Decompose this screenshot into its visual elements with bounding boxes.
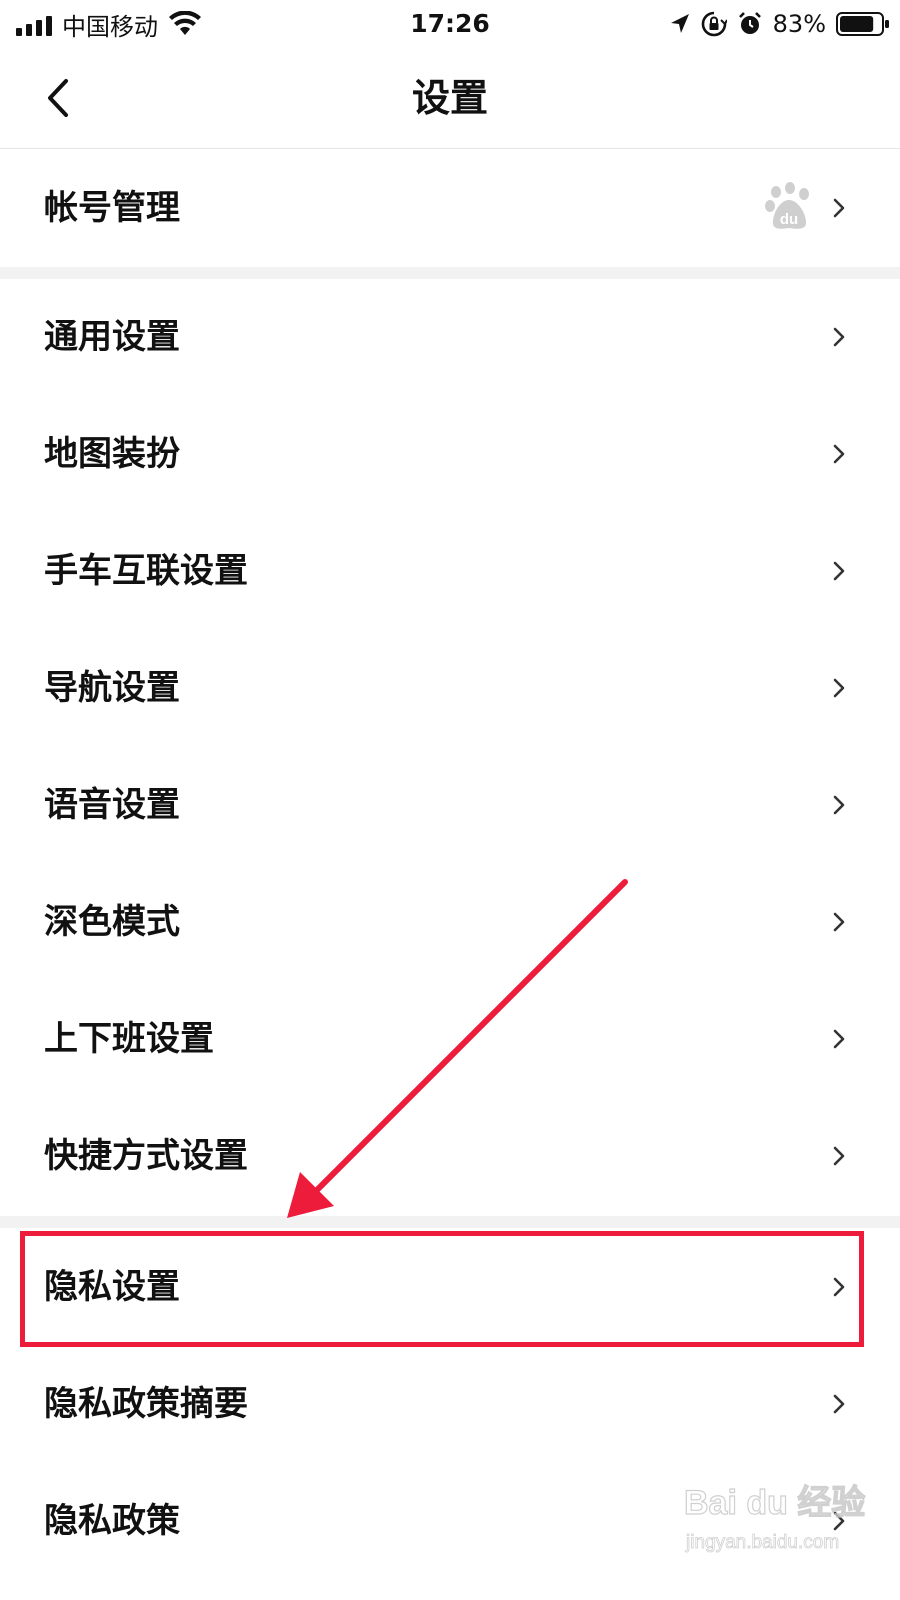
row-label: 深色模式 [44,902,180,942]
baidu-paw-logo: du [765,182,809,229]
general-setting-row-7[interactable]: 快捷方式设置 [0,1098,900,1215]
signal-icon [16,12,52,36]
chevron-right-icon [833,198,845,218]
general-setting-row-2[interactable]: 手车互联设置 [0,513,900,630]
chevron-right-icon [833,1029,845,1049]
chevron-right-icon [833,327,845,347]
account-management-row[interactable]: 帐号管理 du [0,149,900,267]
row-label: 隐私政策 [44,1501,180,1541]
settings-screen: 中国移动 17:26 83% 设置 帐号管理 du 通用设置 地图装扮 手车互联… [0,0,900,1600]
location-icon [670,14,689,33]
row-label: 帐号管理 [44,188,180,228]
privacy-setting-row-1[interactable]: 隐私政策摘要 [0,1346,900,1463]
status-left: 中国移动 [16,0,202,48]
section-gap [0,267,900,279]
section-gap [0,1216,900,1228]
chevron-right-icon [833,795,845,815]
chevron-right-icon [833,912,845,932]
page-title: 设置 [411,76,488,120]
chevron-right-icon [833,1394,845,1414]
rotation-lock-icon [701,11,727,37]
battery-icon [836,12,889,36]
row-label: 导航设置 [44,668,180,708]
row-label: 隐私政策摘要 [44,1384,248,1424]
battery-percent: 83% [772,10,826,38]
status-bar: 中国移动 17:26 83% [0,0,900,48]
nav-bar: 设置 [0,48,900,148]
general-setting-row-3[interactable]: 导航设置 [0,630,900,747]
carrier-name: 中国移动 [62,12,158,41]
general-setting-row-1[interactable]: 地图装扮 [0,396,900,513]
chevron-right-icon [833,1277,845,1297]
privacy-setting-row-0[interactable]: 隐私设置 [0,1229,900,1346]
chevron-right-icon [833,1511,845,1531]
general-setting-row-4[interactable]: 语音设置 [0,747,900,864]
row-label: 手车互联设置 [44,551,248,591]
row-label: 地图装扮 [44,434,180,474]
alarm-icon [738,12,761,34]
row-label: 通用设置 [44,317,180,357]
chevron-right-icon [833,444,845,464]
chevron-right-icon [833,1146,845,1166]
privacy-setting-row-2[interactable]: 隐私政策 [0,1463,900,1580]
baidu-logo-text: du [780,211,798,228]
chevron-right-icon [833,561,845,581]
row-label: 语音设置 [44,785,180,825]
row-label: 隐私设置 [44,1267,180,1307]
row-label: 快捷方式设置 [44,1136,248,1176]
row-label: 上下班设置 [44,1019,214,1059]
status-right: 83% [669,0,890,48]
general-setting-row-5[interactable]: 深色模式 [0,864,900,981]
general-setting-row-6[interactable]: 上下班设置 [0,981,900,1098]
general-setting-row-0[interactable]: 通用设置 [0,279,900,396]
wifi-icon [169,11,201,35]
chevron-right-icon [833,678,845,698]
